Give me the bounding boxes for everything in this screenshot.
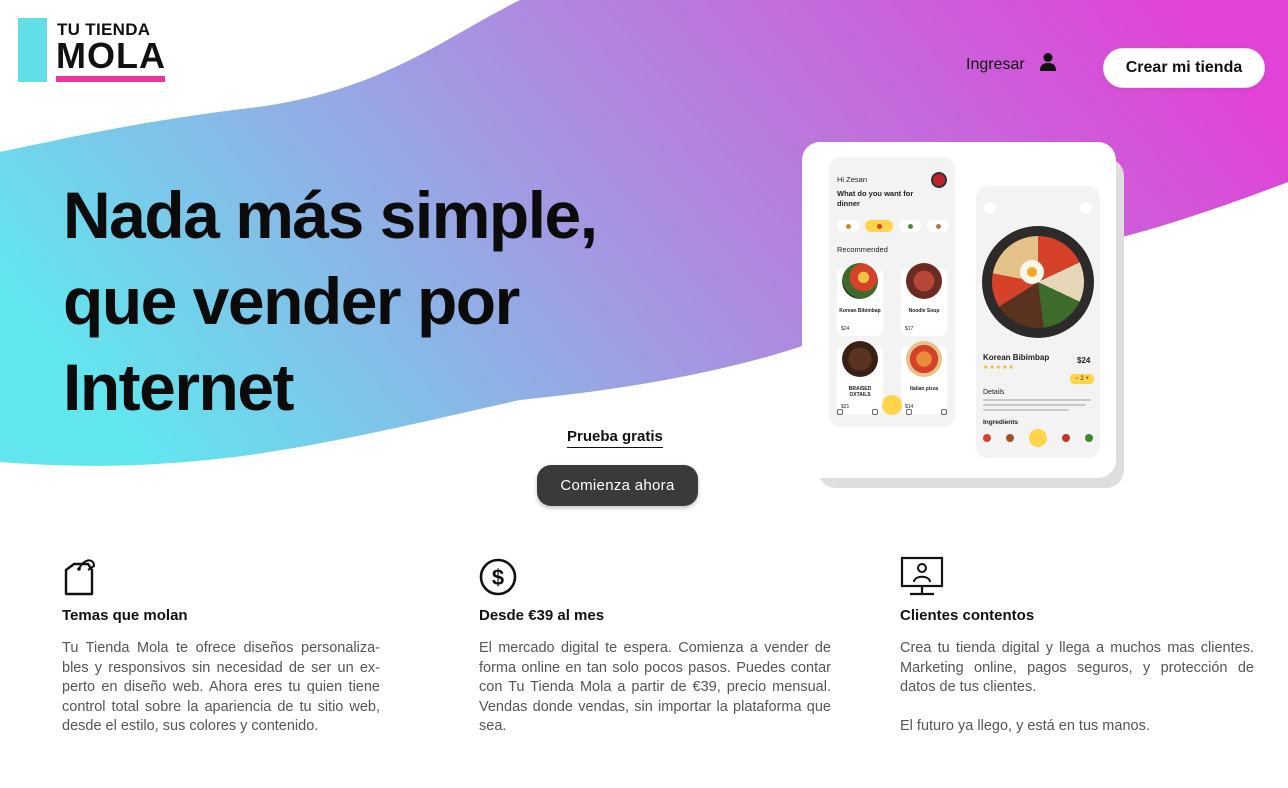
ingredient-icon xyxy=(1006,434,1014,442)
heart-icon xyxy=(906,409,913,415)
mockup-food-card: Korean Bibimbap $24 xyxy=(837,263,883,336)
login-label: Ingresar xyxy=(966,56,1025,73)
tag-icon xyxy=(64,559,96,596)
mockup-food-card: BRAISED OXTAILS $21 xyxy=(837,341,883,414)
feature-description: Crea tu tienda digital y llega a muchos … xyxy=(900,639,1254,737)
mockup-avatar xyxy=(931,172,947,188)
ingredient-icons xyxy=(983,429,1093,447)
mockup-category-chips xyxy=(837,220,949,232)
feature-description: Tu Tienda Mola te ofrece diseños persona… xyxy=(62,639,380,737)
back-arrow-icon xyxy=(984,202,996,214)
login-link[interactable]: Ingresar xyxy=(966,53,1057,74)
egg xyxy=(1020,260,1044,284)
brand-logo[interactable]: TU TIENDA MOLA xyxy=(18,18,168,84)
ingredients-label: Ingredients xyxy=(983,419,1019,426)
search-icon xyxy=(871,409,878,415)
heart-icon xyxy=(1080,202,1092,214)
hero-headline: Nada más simple, que vender por Internet xyxy=(63,172,663,430)
detail-title: Korean Bibimbap xyxy=(983,353,1050,362)
pizza-image xyxy=(906,341,942,377)
mockup-food-card: Italian pizza $14 xyxy=(901,341,947,414)
bell-icon xyxy=(940,409,947,415)
detail-rating: ★★★★★ xyxy=(983,365,1015,371)
home-icon xyxy=(837,409,843,415)
logo-line-2: MOLA xyxy=(56,35,166,76)
food-name: BRAISED OXTAILS xyxy=(848,386,872,398)
feature-pricing: $ Desde €39 al mes El mercado digital te… xyxy=(479,556,831,734)
feature-paragraph: El mercado digital te espera. Comienza a… xyxy=(479,640,831,734)
feature-paragraph: Tu Tienda Mola te ofrece diseños persona… xyxy=(62,640,380,734)
bibimbap-bowl-image xyxy=(982,226,1094,338)
mockup-home-screen: Hi Zesan What do you want for dinner Rec… xyxy=(829,157,955,427)
monitor-user-icon xyxy=(900,556,944,596)
chip-burger-icon xyxy=(837,220,859,232)
mockup-recommended-label: Recommended xyxy=(837,245,888,254)
food-price: $24 xyxy=(841,326,850,332)
feature-description: El mercado digital te espera. Comienza a… xyxy=(479,639,831,737)
svg-text:$: $ xyxy=(492,565,504,590)
start-now-button[interactable]: Comienza ahora xyxy=(537,465,698,506)
feature-clients: Clientes contentos Crea tu tienda digita… xyxy=(900,556,1254,734)
free-trial-link[interactable]: Prueba gratis xyxy=(567,428,663,448)
noodle-soup-image xyxy=(906,263,942,299)
feature-title: Desde €39 al mes xyxy=(479,607,605,624)
feature-title: Temas que molan xyxy=(62,607,188,624)
bag-icon xyxy=(1029,429,1047,447)
dollar-icon: $ xyxy=(479,558,517,596)
feature-paragraph: El futuro ya llego, y está en tus manos. xyxy=(900,718,1150,734)
quantity-stepper: − 2 + xyxy=(1070,374,1094,384)
ingredient-icon xyxy=(1062,434,1070,442)
app-mockup-image: Hi Zesan What do you want for dinner Rec… xyxy=(802,142,1116,478)
ingredient-icon xyxy=(1085,434,1093,442)
mockup-greeting: Hi Zesan xyxy=(837,175,868,184)
mockup-food-card: Noodle Soup $17 xyxy=(901,263,947,336)
oxtails-image xyxy=(842,341,878,377)
headline-line-1: Nada más simple, xyxy=(63,178,598,252)
food-name: Noodle Soup xyxy=(908,308,940,314)
ingredient-icon xyxy=(983,434,991,442)
user-icon xyxy=(1039,53,1056,71)
mockup-bottom-nav xyxy=(837,409,947,419)
food-price: $17 xyxy=(905,326,914,332)
food-name: Italian pizza xyxy=(909,386,939,392)
mockup-question: What do you want for dinner xyxy=(837,189,914,208)
feature-themes: Temas que molan Tu Tienda Mola te ofrece… xyxy=(62,556,380,734)
detail-price: $24 xyxy=(1077,356,1091,365)
headline-line-2: que vender por xyxy=(63,264,520,338)
bibimbap-image xyxy=(842,263,878,299)
chip-food-icon xyxy=(927,220,949,232)
food-name: Korean Bibimbap xyxy=(839,308,881,314)
chip-salad-icon xyxy=(899,220,921,232)
logo-cyan-block xyxy=(18,18,47,82)
logo-pink-underline xyxy=(56,76,165,82)
mockup-detail-screen: Korean Bibimbap $24 ★★★★★ − 2 + Details … xyxy=(976,186,1100,458)
feature-title: Clientes contentos xyxy=(900,607,1035,624)
headline-line-3: Internet xyxy=(63,350,295,424)
details-text-lines xyxy=(983,399,1091,414)
chip-pepper-icon xyxy=(865,220,893,232)
details-label: Details xyxy=(983,389,1005,396)
create-store-button[interactable]: Crear mi tienda xyxy=(1103,48,1265,88)
feature-paragraph: Crea tu tienda digital y llega a muchos … xyxy=(900,640,1254,695)
